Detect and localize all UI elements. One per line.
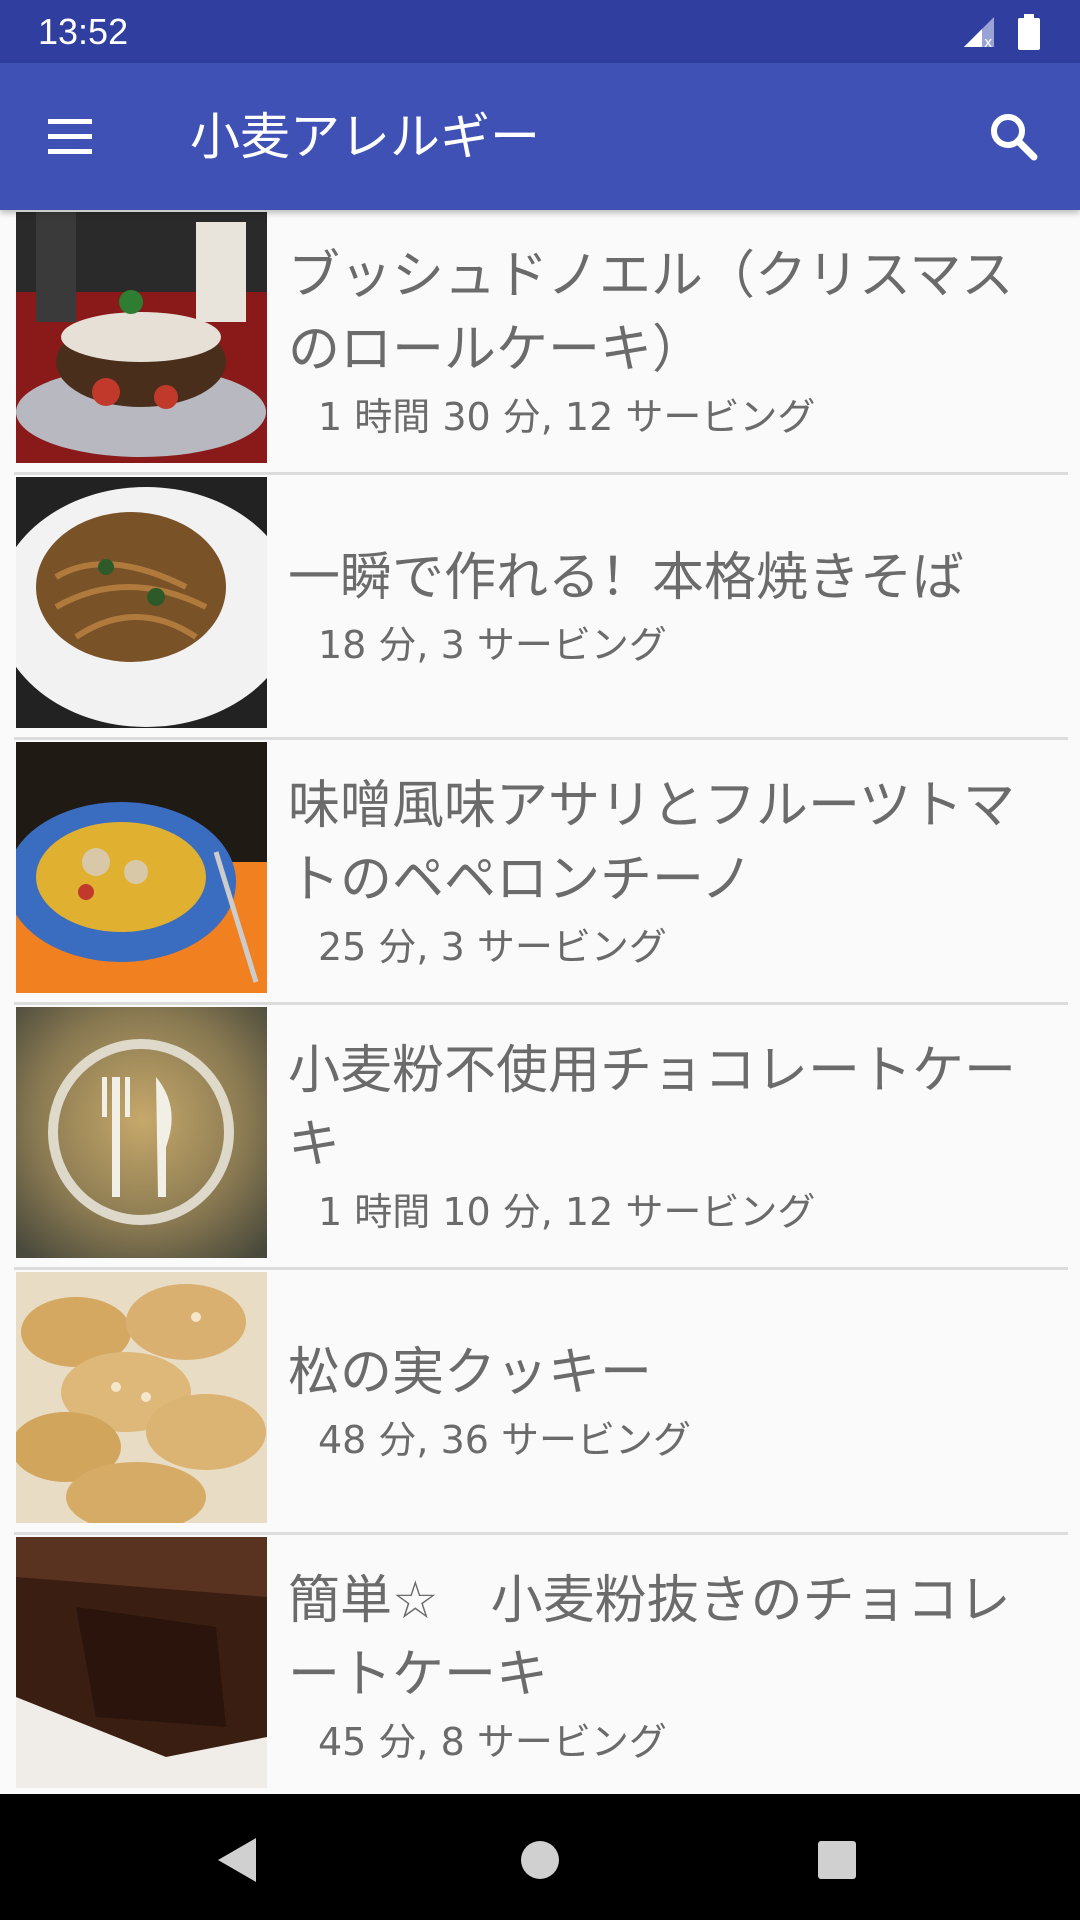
- back-button[interactable]: [208, 1830, 268, 1890]
- status-bar: 13:52 x: [0, 0, 1080, 63]
- recipe-title: 小麦粉不使用チョコレートケーキ: [288, 1040, 1017, 1175]
- recipe-thumbnail: [16, 212, 267, 463]
- recipe-title: 松の実クッキー: [288, 1342, 653, 1403]
- recents-icon: [818, 1841, 856, 1879]
- home-button[interactable]: [510, 1830, 570, 1890]
- list-item-text: 松の実クッキー 48 分, 36 サービング: [288, 1270, 1048, 1529]
- search-icon: [991, 114, 1038, 161]
- recipe-title: 簡単☆ 小麦粉抜きのチョコレートケーキ: [288, 1570, 1011, 1705]
- list-item-text: 一瞬で作れる！本格焼きそば 18 分, 3 サービング: [288, 475, 1048, 734]
- recipe-title: 一瞬で作れる！本格焼きそば: [288, 547, 965, 608]
- svg-text:x: x: [984, 35, 992, 49]
- menu-icon: [48, 119, 92, 154]
- yakisoba-photo: [16, 477, 267, 728]
- recipe-meta: 18 分, 3 サービング: [318, 622, 667, 667]
- pine-nut-cookies-photo: [16, 1272, 267, 1523]
- recipe-thumbnail: [16, 1007, 267, 1258]
- signal-icon: x: [964, 17, 994, 49]
- list-item[interactable]: ブッシュドノエル（クリスマスのロールケーキ） 1 時間 30 分, 12 サービ…: [14, 210, 1068, 475]
- recipe-meta: 1 時間 30 分, 12 サービング: [318, 394, 816, 439]
- navigation-bar: [0, 1794, 1080, 1920]
- list-item[interactable]: 簡単☆ 小麦粉抜きのチョコレートケーキ 45 分, 8 サービング: [14, 1535, 1068, 1794]
- recipe-thumbnail: [16, 1272, 267, 1523]
- recents-button[interactable]: [807, 1830, 867, 1890]
- chocolate-cake-photo: [16, 1537, 267, 1788]
- list-item[interactable]: 一瞬で作れる！本格焼きそば 18 分, 3 サービング: [14, 475, 1068, 740]
- battery-icon: [1018, 14, 1040, 50]
- recipe-thumbnail: [16, 742, 267, 993]
- recipe-thumbnail: [16, 477, 267, 728]
- menu-button[interactable]: [40, 113, 100, 161]
- page-title: 小麦アレルギー: [190, 108, 540, 166]
- list-item-text: 味噌風味アサリとフルーツトマトのペペロンチーノ 25 分, 3 サービング: [288, 740, 1048, 999]
- list-item[interactable]: 味噌風味アサリとフルーツトマトのペペロンチーノ 25 分, 3 サービング: [14, 740, 1068, 1005]
- recipe-list[interactable]: ブッシュドノエル（クリスマスのロールケーキ） 1 時間 30 分, 12 サービ…: [0, 210, 1080, 1794]
- home-icon: [521, 1841, 559, 1879]
- back-icon: [218, 1838, 256, 1882]
- recipe-meta: 25 分, 3 サービング: [318, 924, 667, 969]
- app-bar: 小麦アレルギー: [0, 63, 1080, 210]
- recipe-thumbnail: [16, 1537, 267, 1788]
- status-time: 13:52: [38, 11, 129, 52]
- clam-pasta-photo: [16, 742, 267, 993]
- recipe-meta: 45 分, 8 サービング: [318, 1719, 667, 1764]
- list-item[interactable]: 松の実クッキー 48 分, 36 サービング: [14, 1270, 1068, 1535]
- list-item-text: ブッシュドノエル（クリスマスのロールケーキ） 1 時間 30 分, 12 サービ…: [288, 210, 1048, 469]
- recipe-meta: 1 時間 10 分, 12 サービング: [318, 1189, 816, 1234]
- list-item-text: 小麦粉不使用チョコレートケーキ 1 時間 10 分, 12 サービング: [288, 1005, 1048, 1264]
- search-button[interactable]: [984, 107, 1044, 167]
- placeholder-fork-knife-icon: [16, 1007, 267, 1258]
- recipe-meta: 48 分, 36 サービング: [318, 1417, 692, 1462]
- recipe-title: ブッシュドノエル（クリスマスのロールケーキ）: [288, 245, 1014, 380]
- list-item-text: 簡単☆ 小麦粉抜きのチョコレートケーキ 45 分, 8 サービング: [288, 1535, 1048, 1794]
- list-item[interactable]: 小麦粉不使用チョコレートケーキ 1 時間 10 分, 12 サービング: [14, 1005, 1068, 1270]
- recipe-title: 味噌風味アサリとフルーツトマトのペペロンチーノ: [288, 775, 1015, 910]
- status-icons: x: [962, 14, 1040, 50]
- yule-log-cake-photo: [16, 212, 267, 463]
